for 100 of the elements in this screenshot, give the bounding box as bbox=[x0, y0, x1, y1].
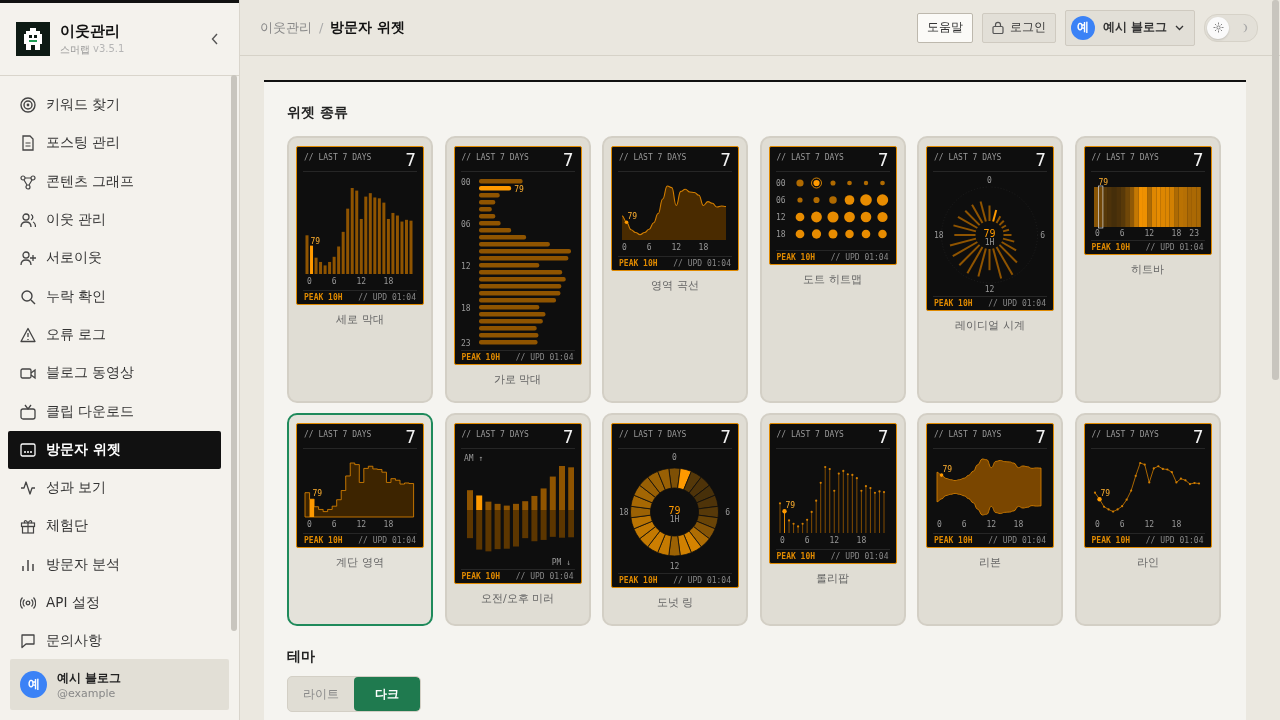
sidebar-item[interactable]: 블로그 동영상 bbox=[8, 354, 221, 393]
widget-option-card[interactable]: // LAST 7 DAYS 7 79 0 6 12 18 PEAK 10H // UPD 01:04 리본 bbox=[917, 413, 1063, 626]
axis-label: 0 bbox=[1094, 520, 1100, 529]
widget-name: 도넛 링 bbox=[656, 595, 694, 610]
preview-caption: // LAST 7 DAYS bbox=[1091, 430, 1159, 439]
axis-label: 0 bbox=[987, 176, 992, 185]
widget-name: 영역 곡선 bbox=[651, 278, 699, 293]
axis-label: 00 bbox=[775, 179, 786, 188]
visitor-count: 7 bbox=[877, 151, 889, 169]
axis-label: 6 bbox=[1119, 520, 1125, 529]
visitor-count: 7 bbox=[1192, 151, 1204, 169]
sidebar-item[interactable]: 키워드 찾기 bbox=[8, 86, 221, 125]
theme-option[interactable]: 다크 bbox=[354, 677, 420, 711]
breadcrumb-separator: / bbox=[319, 20, 324, 35]
widget-option-card[interactable]: // LAST 7 DAYS 7 79 0 6 12 18 PEAK 10H // UPD 01:04 롤리팝 bbox=[759, 413, 906, 626]
sidebar-item[interactable]: 클립 다운로드 bbox=[8, 392, 221, 431]
value-label: 79 bbox=[513, 184, 524, 194]
widget-option-card[interactable]: // LAST 7 DAYS 7 AM ↑ PM ↓ PEAK 10H // UPD 01:04 오전/오후 미러 bbox=[444, 413, 591, 626]
update-time: // UPD 01:04 bbox=[673, 576, 731, 585]
preview-caption: // LAST 7 DAYS bbox=[619, 153, 687, 162]
axis-label: 18 bbox=[1013, 520, 1024, 529]
axis-label: 0 bbox=[779, 536, 785, 545]
axis-label: 12 bbox=[669, 562, 680, 571]
sidebar-item[interactable]: 포스팅 관리 bbox=[8, 124, 221, 163]
value-label: 79 bbox=[1097, 177, 1108, 187]
widget-option-card[interactable]: // LAST 7 DAYS 7 00 06 12 18 PEAK 10H // UPD 01:04 도트 히트맵 bbox=[759, 136, 906, 403]
axis-label: 0 bbox=[622, 243, 627, 252]
visitor-count: 7 bbox=[1192, 428, 1204, 446]
widget-option-card[interactable]: // LAST 7 DAYS 7 79 00 06 12 18 23 PEAK 10H // UPD 01:04 가로 막대 bbox=[444, 136, 591, 403]
axis-label: 12 bbox=[984, 285, 995, 294]
sidebar-item[interactable]: 콘텐츠 그래프 bbox=[8, 162, 221, 201]
update-time: // UPD 01:04 bbox=[830, 253, 889, 262]
user-card[interactable]: 예 예시 블로그 @example bbox=[10, 659, 229, 710]
update-time: // UPD 01:04 bbox=[988, 536, 1046, 545]
axis-label: 18 bbox=[383, 277, 394, 286]
preview-caption: // LAST 7 DAYS bbox=[461, 430, 529, 439]
widget-name: 리본 bbox=[979, 555, 1001, 570]
peak-label: PEAK 10H bbox=[461, 572, 501, 581]
widget-option-card[interactable]: // LAST 7 DAYS 7 0 6 12 18 79 1H PEAK 10H // UPD 01:04 레이디얼 시계 bbox=[917, 136, 1063, 403]
axis-label: 1H bbox=[669, 515, 680, 524]
sidebar-item[interactable]: 방문자 분석 bbox=[8, 545, 221, 584]
sidebar-item[interactable]: 이웃 관리 bbox=[8, 200, 221, 240]
sidebar-item[interactable]: API 설정 bbox=[8, 583, 221, 623]
axis-label: 6 bbox=[331, 520, 337, 529]
axis-label: 0 bbox=[672, 453, 677, 462]
sidebar-item[interactable]: 방문자 위젯 bbox=[8, 430, 221, 469]
widget-option-card[interactable]: // LAST 7 DAYS 7 79 0 6 12 18 PEAK 10H // UPD 01:04 라인 bbox=[1074, 413, 1221, 626]
axis-label: 12 bbox=[1143, 520, 1154, 529]
version-label: v3.5.1 bbox=[93, 42, 125, 56]
sidebar-item[interactable]: 문의사항 bbox=[8, 622, 221, 661]
axis-label: 18 bbox=[775, 230, 786, 239]
update-time: // UPD 01:04 bbox=[515, 353, 574, 362]
section-title: 위젯 종류 bbox=[287, 104, 349, 122]
account-button[interactable]: 예 예시 블로그 bbox=[1064, 9, 1195, 46]
axis-label: 12 bbox=[356, 277, 367, 286]
widget-name: 세로 막대 bbox=[336, 312, 384, 327]
peak-label: PEAK 10H bbox=[619, 259, 658, 268]
axis-label: 06 bbox=[460, 220, 471, 229]
update-time: // UPD 01:04 bbox=[673, 259, 731, 268]
value-label: 79 bbox=[983, 228, 996, 239]
axis-label: 0 bbox=[1094, 229, 1100, 238]
peak-label: PEAK 10H bbox=[776, 253, 816, 262]
axis-label: 6 bbox=[804, 536, 810, 545]
sidebar-item[interactable]: 성과 보기 bbox=[8, 468, 221, 508]
peak-label: PEAK 10H bbox=[304, 536, 343, 545]
update-time: // UPD 01:04 bbox=[1145, 536, 1204, 545]
axis-label: 18 bbox=[1171, 229, 1181, 238]
avatar: 예 bbox=[20, 671, 47, 698]
axis-label: 12 bbox=[671, 243, 682, 252]
widget-option-card[interactable]: // LAST 7 DAYS 7 79 0 6 12 18 PEAK 10H // UPD 01:04 계단 영역 bbox=[287, 413, 433, 626]
sidebar-item[interactable]: 오류 로그 bbox=[8, 315, 221, 355]
axis-label: 0 bbox=[307, 277, 312, 286]
preview-caption: // LAST 7 DAYS bbox=[304, 430, 372, 439]
axis-label: 12 bbox=[356, 520, 367, 529]
widget-name: 계단 영역 bbox=[336, 555, 384, 570]
page-title: 방문자 위젯 bbox=[330, 18, 406, 37]
peak-label: PEAK 10H bbox=[776, 552, 816, 561]
login-button[interactable]: 로그인 bbox=[981, 12, 1056, 43]
sidebar-item[interactable]: 누락 확인 bbox=[8, 277, 221, 316]
update-time: // UPD 01:04 bbox=[1145, 243, 1204, 252]
axis-label: 18 bbox=[934, 231, 944, 240]
preview-caption: // LAST 7 DAYS bbox=[461, 153, 529, 162]
visitor-count: 7 bbox=[720, 151, 731, 169]
axis-label: 18 bbox=[698, 243, 709, 252]
axis-label: 18 bbox=[460, 304, 471, 313]
axis-label: AM ↑ bbox=[463, 454, 483, 463]
peak-label: PEAK 10H bbox=[619, 576, 658, 585]
user-name: 예시 블로그 bbox=[57, 669, 122, 687]
preview-caption: // LAST 7 DAYS bbox=[304, 153, 372, 162]
sidebar-item[interactable]: 체험단 bbox=[8, 507, 221, 546]
widget-option-card[interactable]: // LAST 7 DAYS 7 79 0 6 12 18 PEAK 10H // UPD 01:04 세로 막대 bbox=[287, 136, 433, 403]
value-label: 79 bbox=[1100, 489, 1110, 499]
widget-option-card[interactable]: // LAST 7 DAYS 7 79 0 6 12 18 23 PEAK 10H // UPD 01:04 히트바 bbox=[1074, 136, 1221, 403]
widget-option-card[interactable]: // LAST 7 DAYS 7 79 0 6 12 18 PEAK 10H // UPD 01:04 영역 곡선 bbox=[602, 136, 748, 403]
visitor-count: 7 bbox=[562, 151, 574, 169]
help-button[interactable]: 도움말 bbox=[916, 12, 973, 43]
peak-label: PEAK 10H bbox=[1091, 536, 1131, 545]
sidebar-item[interactable]: 서로이웃 bbox=[8, 239, 221, 278]
visitor-count: 7 bbox=[1035, 428, 1046, 446]
widget-option-card[interactable]: // LAST 7 DAYS 7 0 6 12 18 79 1H PEAK 10H // UPD 01:04 도넛 링 bbox=[602, 413, 748, 626]
